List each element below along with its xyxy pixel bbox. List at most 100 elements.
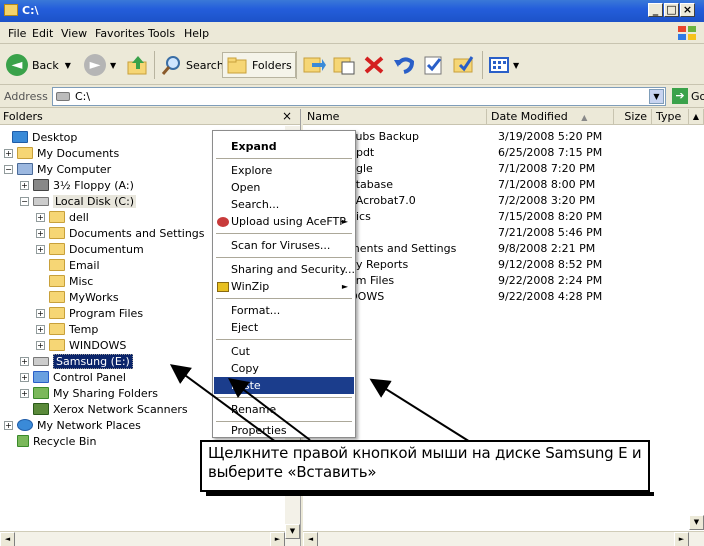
expand-toggle[interactable]: + [20,372,29,382]
tree-item-my-computer[interactable]: − My Computer [4,161,111,177]
menu-item-open[interactable]: Open [214,179,354,196]
menu-item-explore[interactable]: Explore [214,162,354,179]
column-type[interactable]: Type [652,109,689,125]
tree-item-my-network-places[interactable]: + My Network Places [4,417,141,433]
minimize-button[interactable]: _ [648,3,663,17]
scroll-right-button[interactable]: ► [674,532,689,546]
file-row[interactable]: 7/21/2008 5:46 PM [303,225,704,241]
files-horizontal-scrollbar[interactable]: ◄ ► [303,531,704,546]
menu-item-winzip[interactable]: WinZip ► [214,278,354,295]
back-button[interactable]: ◄ Back ▼ [6,52,71,78]
file-row[interactable]: atabase 7/1/2008 8:00 PM [303,177,704,193]
expand-toggle[interactable]: + [36,228,45,238]
file-row[interactable]: ngle 7/1/2008 7:20 PM [303,161,704,177]
menu-help[interactable]: Help [184,27,209,40]
menu-item-scan-viruses[interactable]: Scan for Viruses... [214,237,354,254]
tree-item-xerox-scanners[interactable]: Xerox Network Scanners [33,401,188,417]
tree-item-control-panel[interactable]: + Control Panel [20,369,126,385]
tree-item-my-documents[interactable]: + My Documents [4,145,119,161]
copy-to-button[interactable] [332,52,356,78]
scroll-down-button[interactable]: ▼ [285,524,300,539]
menu-tools[interactable]: Tools [148,27,175,40]
tree-item-windows[interactable]: + WINDOWS [36,337,126,353]
menu-view[interactable]: View [61,27,87,40]
menu-item-properties[interactable]: Properties [214,423,354,438]
file-row[interactable]: ments and Settings 9/8/2008 2:21 PM [303,241,704,257]
expand-toggle[interactable]: + [20,180,29,190]
scroll-up-button[interactable]: ▲ [689,109,704,125]
up-folder-button[interactable] [126,52,150,78]
expand-toggle[interactable]: + [36,340,45,350]
tree-item-desktop[interactable]: Desktop [12,129,77,145]
expand-toggle[interactable]: + [20,388,29,398]
tree-item-misc[interactable]: Misc [49,273,93,289]
file-row[interactable]: updt 6/25/2008 7:15 PM [303,145,704,161]
file-row[interactable]: Pubs Backup 3/19/2008 5:20 PM [303,129,704,145]
expand-toggle[interactable]: + [36,324,45,334]
collapse-toggle[interactable]: − [20,196,29,206]
tree-item-local-disk[interactable]: − Local Disk (C:) [20,193,137,209]
expand-toggle[interactable]: + [4,148,13,158]
expand-toggle[interactable]: + [36,244,45,254]
scroll-right-button[interactable]: ► [270,532,285,546]
menu-file[interactable]: File [8,27,26,40]
views-button[interactable]: ▼ [488,52,519,78]
tree-item-dell[interactable]: + dell [36,209,89,225]
delete-button[interactable] [362,52,386,78]
scroll-left-button[interactable]: ◄ [0,532,15,546]
collapse-toggle[interactable]: − [4,164,13,174]
folders-horizontal-scrollbar[interactable]: ◄ ► [0,531,285,546]
folders-button[interactable]: Folders [222,52,296,78]
menu-favorites[interactable]: Favorites [95,27,145,40]
menu-item-sharing-security[interactable]: Sharing and Security... [214,261,355,278]
menu-item-rename[interactable]: Rename [214,401,354,418]
expand-toggle[interactable]: + [20,356,29,366]
search-button[interactable]: Search [160,52,224,78]
file-row[interactable]: am Files 9/22/2008 2:24 PM [303,273,704,289]
menu-item-expand[interactable]: Expand [214,138,354,155]
move-to-button[interactable] [302,52,326,78]
scanner-icon [33,403,49,415]
tree-item-recycle-bin[interactable]: Recycle Bin [17,433,96,449]
menu-item-eject[interactable]: Eject [214,319,354,336]
menu-item-format[interactable]: Format... [214,302,354,319]
scroll-down-button[interactable]: ▼ [689,515,704,530]
menu-item-paste[interactable]: Paste [214,377,354,394]
go-button[interactable]: ➔ Go [672,88,704,104]
menu-edit[interactable]: Edit [32,27,53,40]
menu-item-upload-aceftp[interactable]: Upload using AceFTP ► [214,213,354,230]
file-row[interactable]: nics 7/15/2008 8:20 PM [303,209,704,225]
tree-item-documentum[interactable]: + Documentum [36,241,144,257]
tree-item-email[interactable]: Email [49,257,100,273]
menu-item-search[interactable]: Search... [214,196,354,213]
expand-toggle[interactable]: + [36,212,45,222]
scroll-left-button[interactable]: ◄ [303,532,318,546]
tree-item-floppy[interactable]: + 3½ Floppy (A:) [20,177,134,193]
tree-item-my-sharing-folders[interactable]: + My Sharing Folders [20,385,158,401]
file-row[interactable]: dy Reports 9/12/2008 8:52 PM [303,257,704,273]
column-date-modified[interactable]: Date Modified ▲ [487,109,614,125]
menu-item-copy[interactable]: Copy [214,360,354,377]
tree-item-documents-and-settings[interactable]: + Documents and Settings [36,225,205,241]
column-name[interactable]: Name [303,109,487,125]
tree-item-program-files[interactable]: + Program Files [36,305,143,321]
close-button[interactable]: × [680,3,695,17]
menu-item-cut[interactable]: Cut [214,343,354,360]
tree-item-myworks[interactable]: MyWorks [49,289,119,305]
properties-tool-button[interactable] [422,52,446,78]
file-row[interactable]: eAcrobat7.0 7/2/2008 3:20 PM [303,193,704,209]
expand-toggle[interactable]: + [36,308,45,318]
forward-button[interactable]: ► ▼ [84,52,116,78]
folder-options-button[interactable] [452,52,476,78]
address-input[interactable]: C:\ ▼ [52,87,666,106]
maximize-button[interactable]: □ [664,3,679,17]
column-size[interactable]: Size [614,109,652,125]
address-dropdown-button[interactable]: ▼ [649,89,664,104]
tree-item-temp[interactable]: + Temp [36,321,98,337]
tree-item-samsung[interactable]: + Samsung (E:) [20,353,133,369]
close-pane-button[interactable]: × [282,109,292,123]
folders-pane-header: Folders × [0,109,300,125]
expand-toggle[interactable]: + [4,420,13,430]
undo-button[interactable] [392,52,416,78]
file-row[interactable]: OOWS 9/22/2008 4:28 PM [303,289,704,305]
